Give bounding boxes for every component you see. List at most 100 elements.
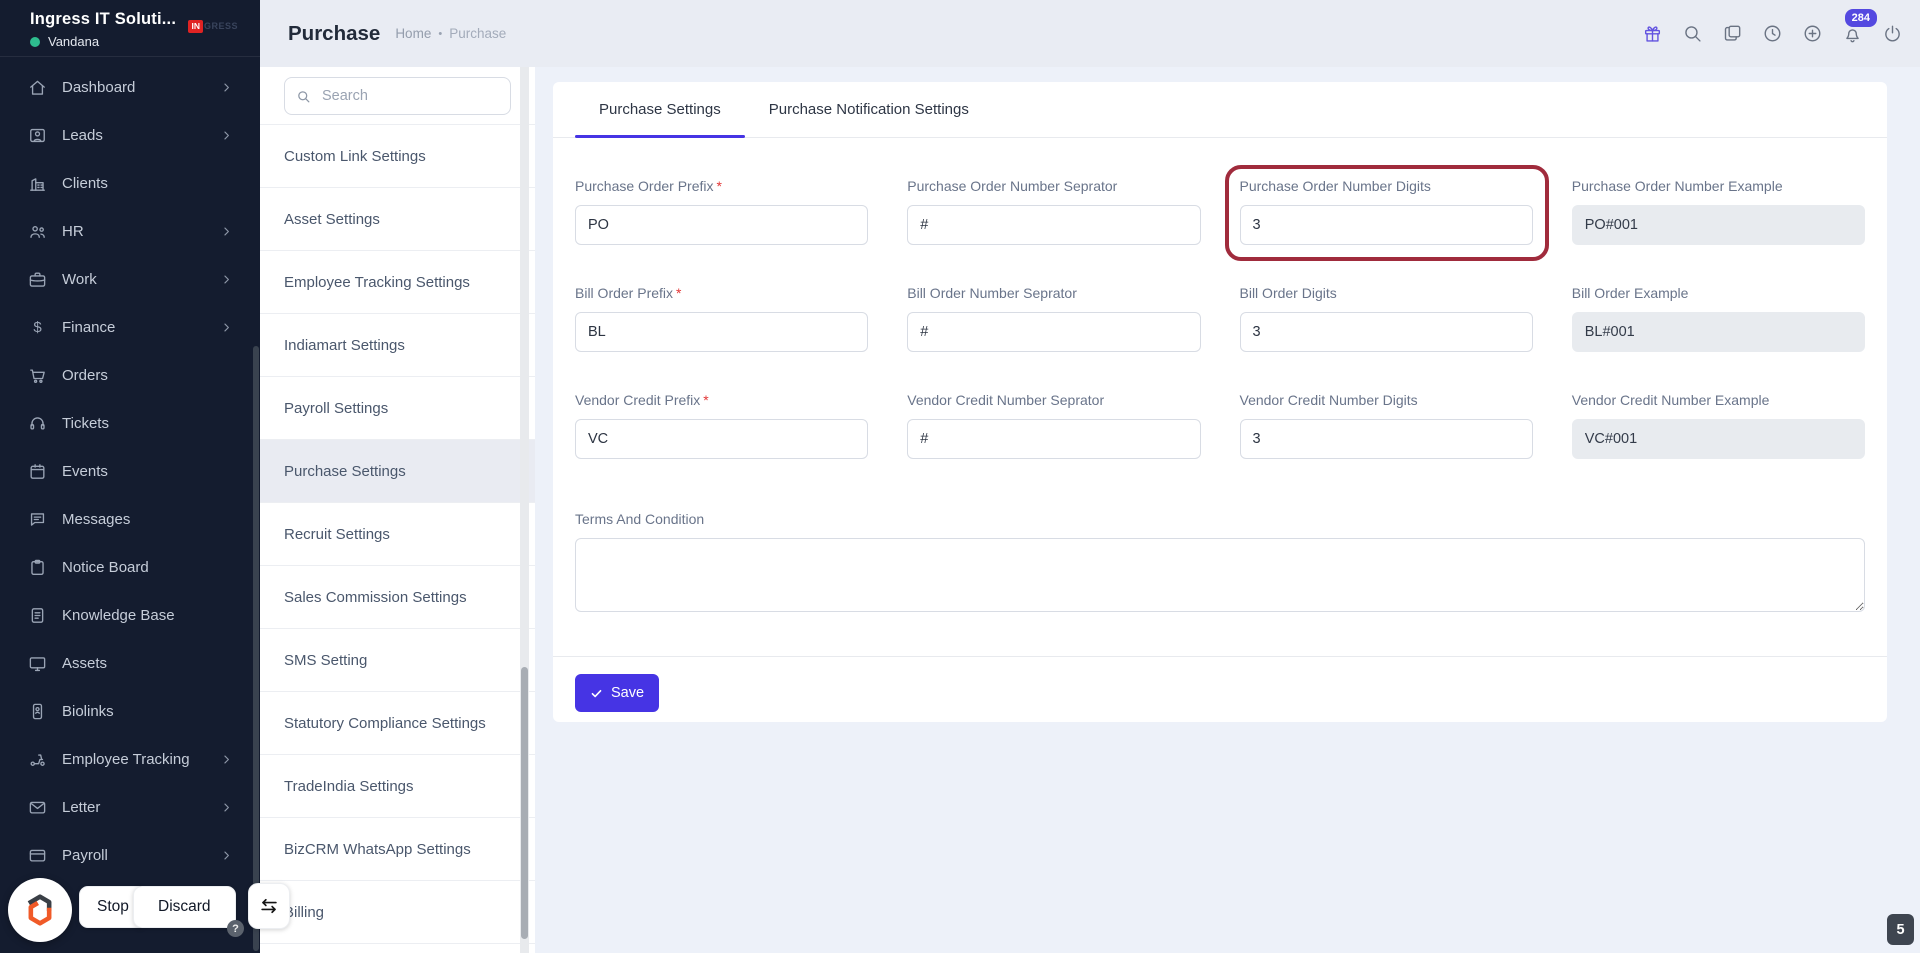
settings-item-bizcrm-whatsapp-settings[interactable]: BizCRM WhatsApp Settings <box>260 818 535 881</box>
quick-add-icon[interactable] <box>1802 23 1823 44</box>
bill-order-prefix-input[interactable] <box>575 312 869 352</box>
sidebar-item-label: Employee Tracking <box>62 750 190 768</box>
bill-order-number-seprator-input[interactable] <box>907 312 1201 352</box>
field-label: Bill Order Example <box>1571 285 1689 301</box>
settings-list: Custom Link Settings Asset Settings Employ… <box>260 124 535 944</box>
settings-item-recruit-settings[interactable]: Recruit Settings <box>260 503 535 566</box>
settings-item-payroll-settings[interactable]: Payroll Settings <box>260 377 535 440</box>
settings-item-purchase-settings[interactable]: Purchase Settings <box>260 440 535 503</box>
sidebar-item-finance[interactable]: $ Finance <box>0 303 260 351</box>
recorder-logo-button[interactable] <box>8 878 72 942</box>
settings-item-custom-link-settings[interactable]: Custom Link Settings <box>260 125 535 188</box>
settings-item-sms-setting[interactable]: SMS Setting <box>260 629 535 692</box>
save-row: Save <box>575 657 1865 712</box>
history-clock-icon[interactable] <box>1762 23 1783 44</box>
field-label: Vendor Credit Number Seprator <box>907 392 1105 408</box>
building-icon <box>28 174 47 193</box>
sidebar-item-assets[interactable]: Assets <box>0 639 260 687</box>
discard-button[interactable]: Discard <box>133 886 236 928</box>
settings-item-asset-settings[interactable]: Asset Settings <box>260 188 535 251</box>
dollar-icon: $ <box>33 318 42 336</box>
settings-item-indiamart-settings[interactable]: Indiamart Settings <box>260 314 535 377</box>
bill-order-example-input <box>1571 312 1865 352</box>
company-name: Ingress IT Soluti... <box>30 10 177 28</box>
chat-icon <box>28 510 47 529</box>
settings-item-employee-tracking-settings[interactable]: Employee Tracking Settings <box>260 251 535 314</box>
search-icon <box>298 90 310 102</box>
search-icon[interactable] <box>1682 23 1703 44</box>
bill-order-digits-input[interactable] <box>1239 312 1533 352</box>
settings-item-sales-commission-settings[interactable]: Sales Commission Settings <box>260 566 535 629</box>
settings-item-label: Sales Commission Settings <box>284 588 467 606</box>
field-vendor-credit-number-example: Vendor Credit Number Example <box>1571 392 1865 459</box>
terms-textarea[interactable] <box>575 538 1865 612</box>
sidebar-item-label: Payroll <box>62 846 108 864</box>
purchase-order-number-seprator-input[interactable] <box>907 205 1201 245</box>
logo-wordmark: GRESS <box>203 21 238 32</box>
vendor-credit-prefix-input[interactable] <box>575 419 869 459</box>
sidebar-item-knowledge-base[interactable]: Knowledge Base <box>0 591 260 639</box>
settings-item-billing[interactable]: Billing <box>260 881 535 944</box>
tab-purchase-notification-settings[interactable]: Purchase Notification Settings <box>745 82 993 137</box>
settings-item-label: SMS Setting <box>284 651 368 669</box>
settings-item-label: Purchase Settings <box>284 462 406 480</box>
sidebar-item-messages[interactable]: Messages <box>0 495 260 543</box>
current-user: Vandana <box>30 34 238 49</box>
briefcase-icon <box>28 270 47 289</box>
notes-icon[interactable] <box>1722 23 1743 44</box>
settings-scrollbar[interactable] <box>521 667 528 939</box>
sidebar-item-dashboard[interactable]: Dashboard <box>0 63 260 111</box>
sidebar-item-clients[interactable]: Clients <box>0 159 260 207</box>
help-badge[interactable]: ? <box>227 920 244 937</box>
sidebar-item-label: Finance <box>62 318 116 336</box>
field-bill-order-example: Bill Order Example <box>1571 285 1865 352</box>
sidebar-item-work[interactable]: Work <box>0 255 260 303</box>
field-label: Purchase Order Number Example <box>1571 178 1783 194</box>
header-actions: 284 <box>1642 0 1903 67</box>
sidebar-item-orders[interactable]: Orders <box>0 351 260 399</box>
sidebar-item-notice-board[interactable]: Notice Board <box>0 543 260 591</box>
field-purchase-order-number-seprator: Purchase Order Number Seprator <box>907 178 1201 245</box>
sidebar-item-events[interactable]: Events <box>0 447 260 495</box>
required-asterisk: * <box>703 392 709 408</box>
settings-item-label: TradeIndia Settings <box>284 777 414 795</box>
breadcrumb-home[interactable]: Home <box>395 26 431 41</box>
field-vendor-credit-prefix: Vendor Credit Prefix * <box>575 392 869 459</box>
sidebar-item-leads[interactable]: Leads <box>0 111 260 159</box>
user-badge-icon <box>28 126 47 145</box>
tab-purchase-settings[interactable]: Purchase Settings <box>575 82 745 138</box>
field-label: Bill Order Prefix * <box>575 285 682 301</box>
purchase-order-number-digits-input[interactable] <box>1239 205 1533 245</box>
settings-item-statutory-compliance-settings[interactable]: Statutory Compliance Settings <box>260 692 535 755</box>
swap-arrows-icon <box>261 898 277 914</box>
envelope-icon <box>28 798 47 817</box>
calendar-icon <box>28 462 47 481</box>
vendor-credit-number-seprator-input[interactable] <box>907 419 1201 459</box>
page-number-badge[interactable]: 5 <box>1887 914 1914 945</box>
sidebar-item-biolinks[interactable]: Biolinks <box>0 687 260 735</box>
sidebar-item-payroll[interactable]: Payroll <box>0 831 260 879</box>
sidebar-item-employee-tracking[interactable]: Employee Tracking <box>0 735 260 783</box>
settings-item-label: Recruit Settings <box>284 525 390 543</box>
sidebar-item-letter[interactable]: Letter <box>0 783 260 831</box>
sidebar-item-hr[interactable]: HR <box>0 207 260 255</box>
purchase-order-prefix-input[interactable] <box>575 205 869 245</box>
chevron-right-icon <box>219 320 234 335</box>
search-box[interactable] <box>284 77 511 115</box>
field-label: Purchase Order Number Digits <box>1239 178 1431 194</box>
sidebar-item-tickets[interactable]: Tickets <box>0 399 260 447</box>
gift-icon[interactable] <box>1642 23 1663 44</box>
app-root: Ingress IT Soluti... Vandana IN GRESS Da… <box>0 0 1920 953</box>
sidebar-item-label: HR <box>62 222 84 240</box>
chevron-right-icon <box>219 752 234 767</box>
vendor-credit-number-digits-input[interactable] <box>1239 419 1533 459</box>
power-logout-icon[interactable] <box>1882 23 1903 44</box>
settings-item-tradeindia-settings[interactable]: TradeIndia Settings <box>260 755 535 818</box>
notifications-bell-icon[interactable]: 284 <box>1842 9 1877 44</box>
sidebar-item-label: Orders <box>62 366 108 384</box>
sidebar-scrollbar[interactable] <box>253 346 259 951</box>
settings-search-input[interactable] <box>320 87 499 105</box>
save-button[interactable]: Save <box>575 674 660 712</box>
form-grid: Purchase Order Prefix* Purchase Order Num… <box>575 165 1865 459</box>
swap-panel-button[interactable] <box>248 883 290 929</box>
